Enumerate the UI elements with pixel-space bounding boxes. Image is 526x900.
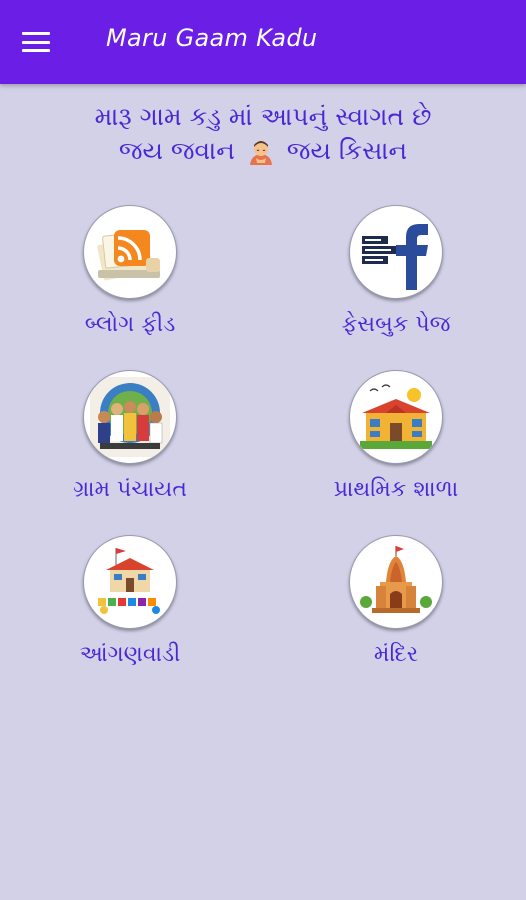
grid-item-primary-school[interactable]: પ્રાથમિક શાળા [276, 370, 516, 504]
slogan-jawan: જય જવાન [118, 136, 235, 165]
hamburger-menu-icon [22, 31, 50, 53]
grid-item-facebook-page[interactable]: ફેસબુક પેજ [276, 205, 516, 339]
app-bar: Maru Gaam Kadu [0, 0, 526, 84]
slogan-line: જય જવાન જય કિસાન [0, 134, 526, 168]
grid-item-label: ફેસબુક પેજ [341, 312, 451, 337]
farmer-bowing-icon [247, 138, 275, 166]
welcome-line: મારૂ ગામ કડુ માં આપનું સ્વાગત છે [94, 102, 432, 131]
app-title: Maru Gaam Kadu [106, 24, 318, 52]
grid-item-temple[interactable]: મંદિર [276, 535, 516, 669]
grid-item-gram-panchayat[interactable]: ગ્રામ પંચાયત [10, 370, 250, 504]
slogan-kisan: જય કિસાન [286, 136, 408, 165]
grid-item-label: આંગણવાડી [79, 642, 181, 667]
grid-item-label: પ્રાથમિક શાળા [333, 477, 459, 502]
welcome-message: મારૂ ગામ કડુ માં આપનું સ્વાગત છે જય જવાન… [0, 100, 526, 168]
temple-icon [349, 535, 443, 629]
facebook-icon [349, 205, 443, 299]
grid-item-label: મંદિર [373, 642, 419, 667]
anganwadi-icon [83, 535, 177, 629]
grid-item-blog-feed[interactable]: બ્લોગ ફીડ [10, 205, 250, 339]
gram-panchayat-icon [83, 370, 177, 464]
rss-feed-icon [83, 205, 177, 299]
grid-item-label: ગ્રામ પંચાયત [73, 477, 187, 502]
menu-button[interactable] [14, 22, 58, 62]
school-building-icon [349, 370, 443, 464]
grid-item-label: બ્લોગ ફીડ [84, 312, 176, 337]
grid-item-anganwadi[interactable]: આંગણવાડી [10, 535, 250, 669]
